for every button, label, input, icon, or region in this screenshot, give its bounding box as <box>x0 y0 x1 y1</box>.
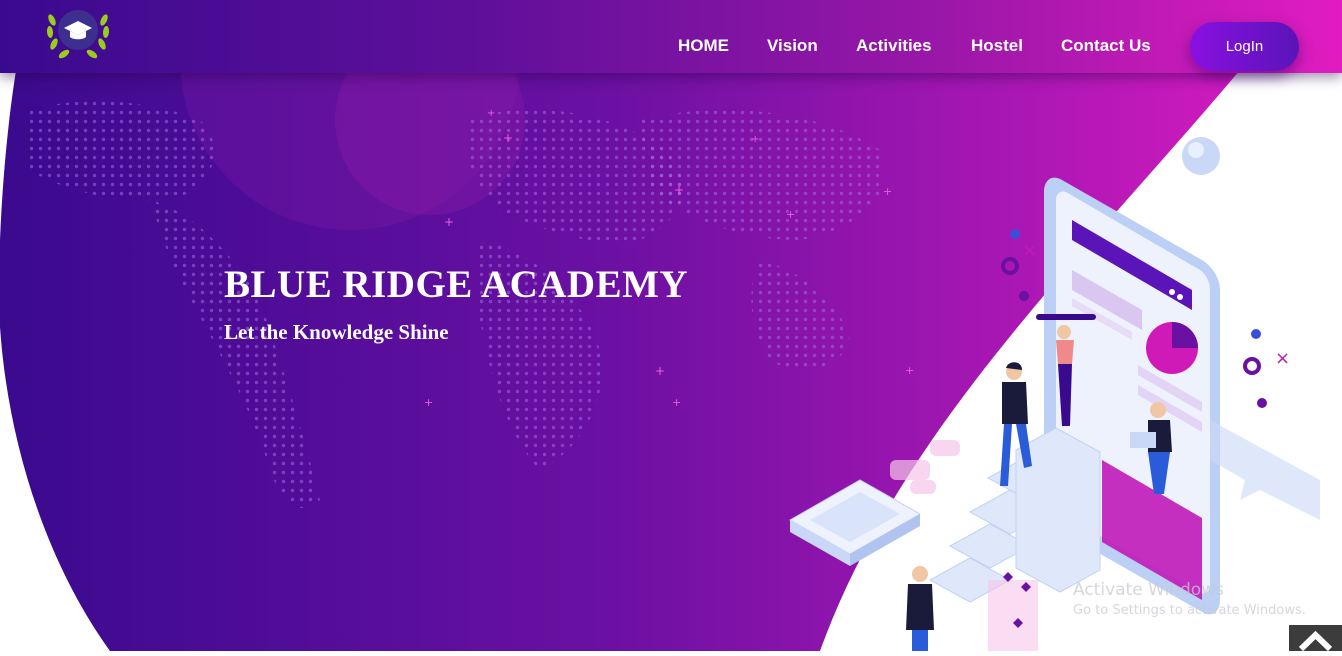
watermark-subtitle: Go to Settings to activate Windows. <box>1073 603 1306 618</box>
svg-text:+: + <box>424 396 433 409</box>
svg-text:+: + <box>487 108 495 119</box>
hero-section: + + + + + + + + + + + × × <box>0 0 1342 651</box>
windows-activation-watermark: Activate Windows Go to Settings to activ… <box>1073 580 1306 618</box>
svg-text:+: + <box>444 215 454 229</box>
svg-text:+: + <box>751 134 759 145</box>
hero-illustration: × × <box>788 137 1320 651</box>
nav-link-contact-us[interactable]: Contact Us <box>1061 36 1151 56</box>
chevron-up-icon <box>1298 630 1333 652</box>
svg-text:×: × <box>1022 240 1037 261</box>
hero-title: BLUE RIDGE ACADEMY <box>224 263 689 306</box>
navbar: HOME Vision Activities Hostel Contact Us… <box>0 0 1342 73</box>
svg-text:+: + <box>503 131 513 145</box>
svg-text:+: + <box>655 364 665 378</box>
nav-link-activities[interactable]: Activities <box>856 36 932 56</box>
svg-text:+: + <box>672 396 681 409</box>
watermark-title: Activate Windows <box>1073 580 1224 600</box>
scroll-to-top-button[interactable] <box>1289 625 1342 652</box>
svg-text:+: + <box>674 183 684 197</box>
main-nav: HOME Vision Activities Hostel Contact Us <box>0 36 1342 60</box>
login-button[interactable]: LogIn <box>1190 22 1299 71</box>
svg-text:×: × <box>1275 348 1290 369</box>
nav-link-vision[interactable]: Vision <box>767 36 818 56</box>
nav-link-home[interactable]: HOME <box>678 36 729 56</box>
hero-tagline: Let the Knowledge Shine <box>224 320 449 344</box>
nav-link-hostel[interactable]: Hostel <box>971 36 1023 56</box>
